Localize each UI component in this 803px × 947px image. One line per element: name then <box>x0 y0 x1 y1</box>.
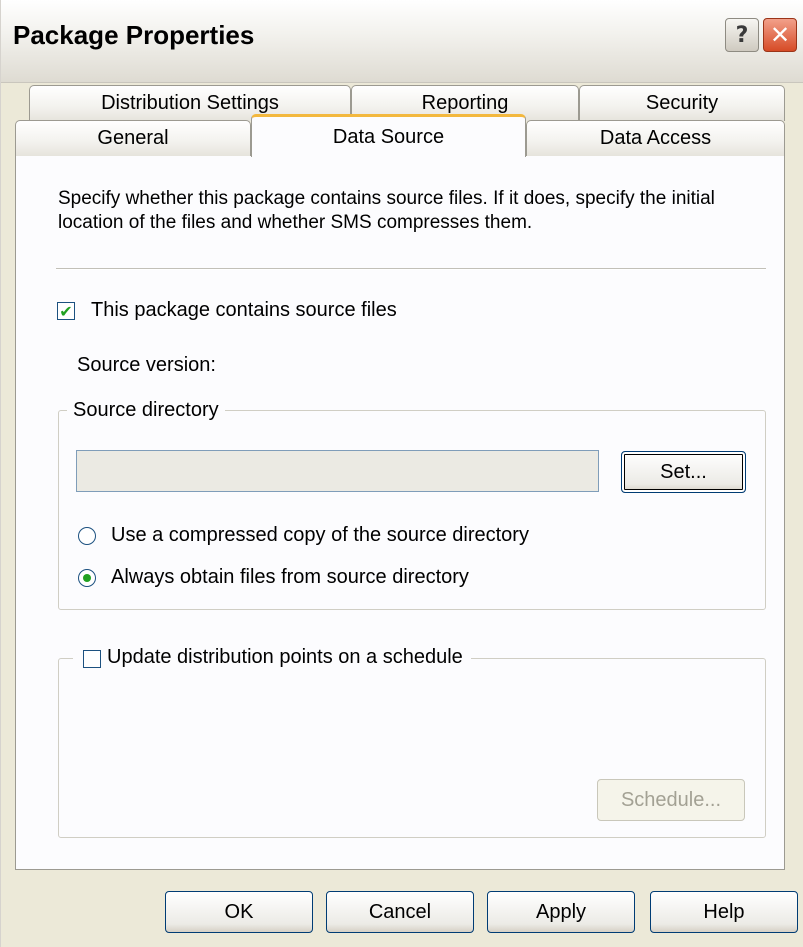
ok-button-label: OK <box>224 900 254 923</box>
radio-selected-dot <box>83 574 91 582</box>
update-schedule-checkbox[interactable] <box>83 650 101 668</box>
tab-data-access[interactable]: Data Access <box>526 120 785 156</box>
tab-label: General <box>97 127 169 149</box>
update-schedule-label[interactable]: Update distribution points on a schedule <box>107 646 463 668</box>
description-text: Specify whether this package contains so… <box>58 188 715 233</box>
window-title: Package Properties <box>13 20 255 50</box>
help-button-label: Help <box>703 900 745 923</box>
update-schedule-group-title: Update distribution points on a schedule <box>73 646 471 669</box>
question-mark-icon: ? <box>735 22 749 48</box>
contains-source-checkbox[interactable]: ✔ <box>57 301 75 321</box>
set-button[interactable]: Set... <box>621 451 746 493</box>
schedule-button[interactable]: Schedule... <box>597 779 745 821</box>
source-directory-input[interactable] <box>76 450 599 492</box>
radio-always-obtain[interactable] <box>78 569 96 587</box>
tab-label: Distribution Settings <box>101 92 279 114</box>
tab-label: Security <box>645 92 719 114</box>
separator <box>56 268 766 270</box>
apply-button[interactable]: Apply <box>487 891 635 933</box>
schedule-button-label: Schedule... <box>620 788 722 811</box>
cancel-button[interactable]: Cancel <box>326 891 474 933</box>
tab-label: Reporting <box>421 92 509 114</box>
cancel-button-label: Cancel <box>368 900 432 923</box>
apply-button-label: Apply <box>535 900 587 923</box>
checkmark-icon: ✔ <box>59 301 73 321</box>
source-directory-group-label: Source directory <box>67 399 225 422</box>
tab-security[interactable]: Security <box>579 85 785 121</box>
title-bar[interactable]: Package Properties ? ✕ <box>1 0 803 83</box>
tab-label: Data Source <box>332 125 445 148</box>
help-button[interactable]: Help <box>650 891 798 933</box>
package-properties-dialog: Package Properties ? ✕ Distribution Sett… <box>0 0 803 947</box>
contains-source-label[interactable]: This package contains source files <box>91 299 397 322</box>
ok-button[interactable]: OK <box>165 891 313 933</box>
tab-general[interactable]: General <box>15 120 251 156</box>
source-version-label: Source version: <box>77 354 216 376</box>
tab-data-source[interactable]: Data Source <box>251 114 526 157</box>
radio-compressed-copy[interactable] <box>78 527 96 545</box>
help-titlebar-button[interactable]: ? <box>725 18 759 52</box>
close-icon: ✕ <box>769 21 791 49</box>
tab-label: Data Access <box>599 127 712 149</box>
radio-compressed-copy-label[interactable]: Use a compressed copy of the source dire… <box>111 524 529 547</box>
set-button-label: Set... <box>660 460 707 483</box>
close-button[interactable]: ✕ <box>763 18 797 52</box>
radio-always-obtain-label[interactable]: Always obtain files from source director… <box>111 566 469 589</box>
